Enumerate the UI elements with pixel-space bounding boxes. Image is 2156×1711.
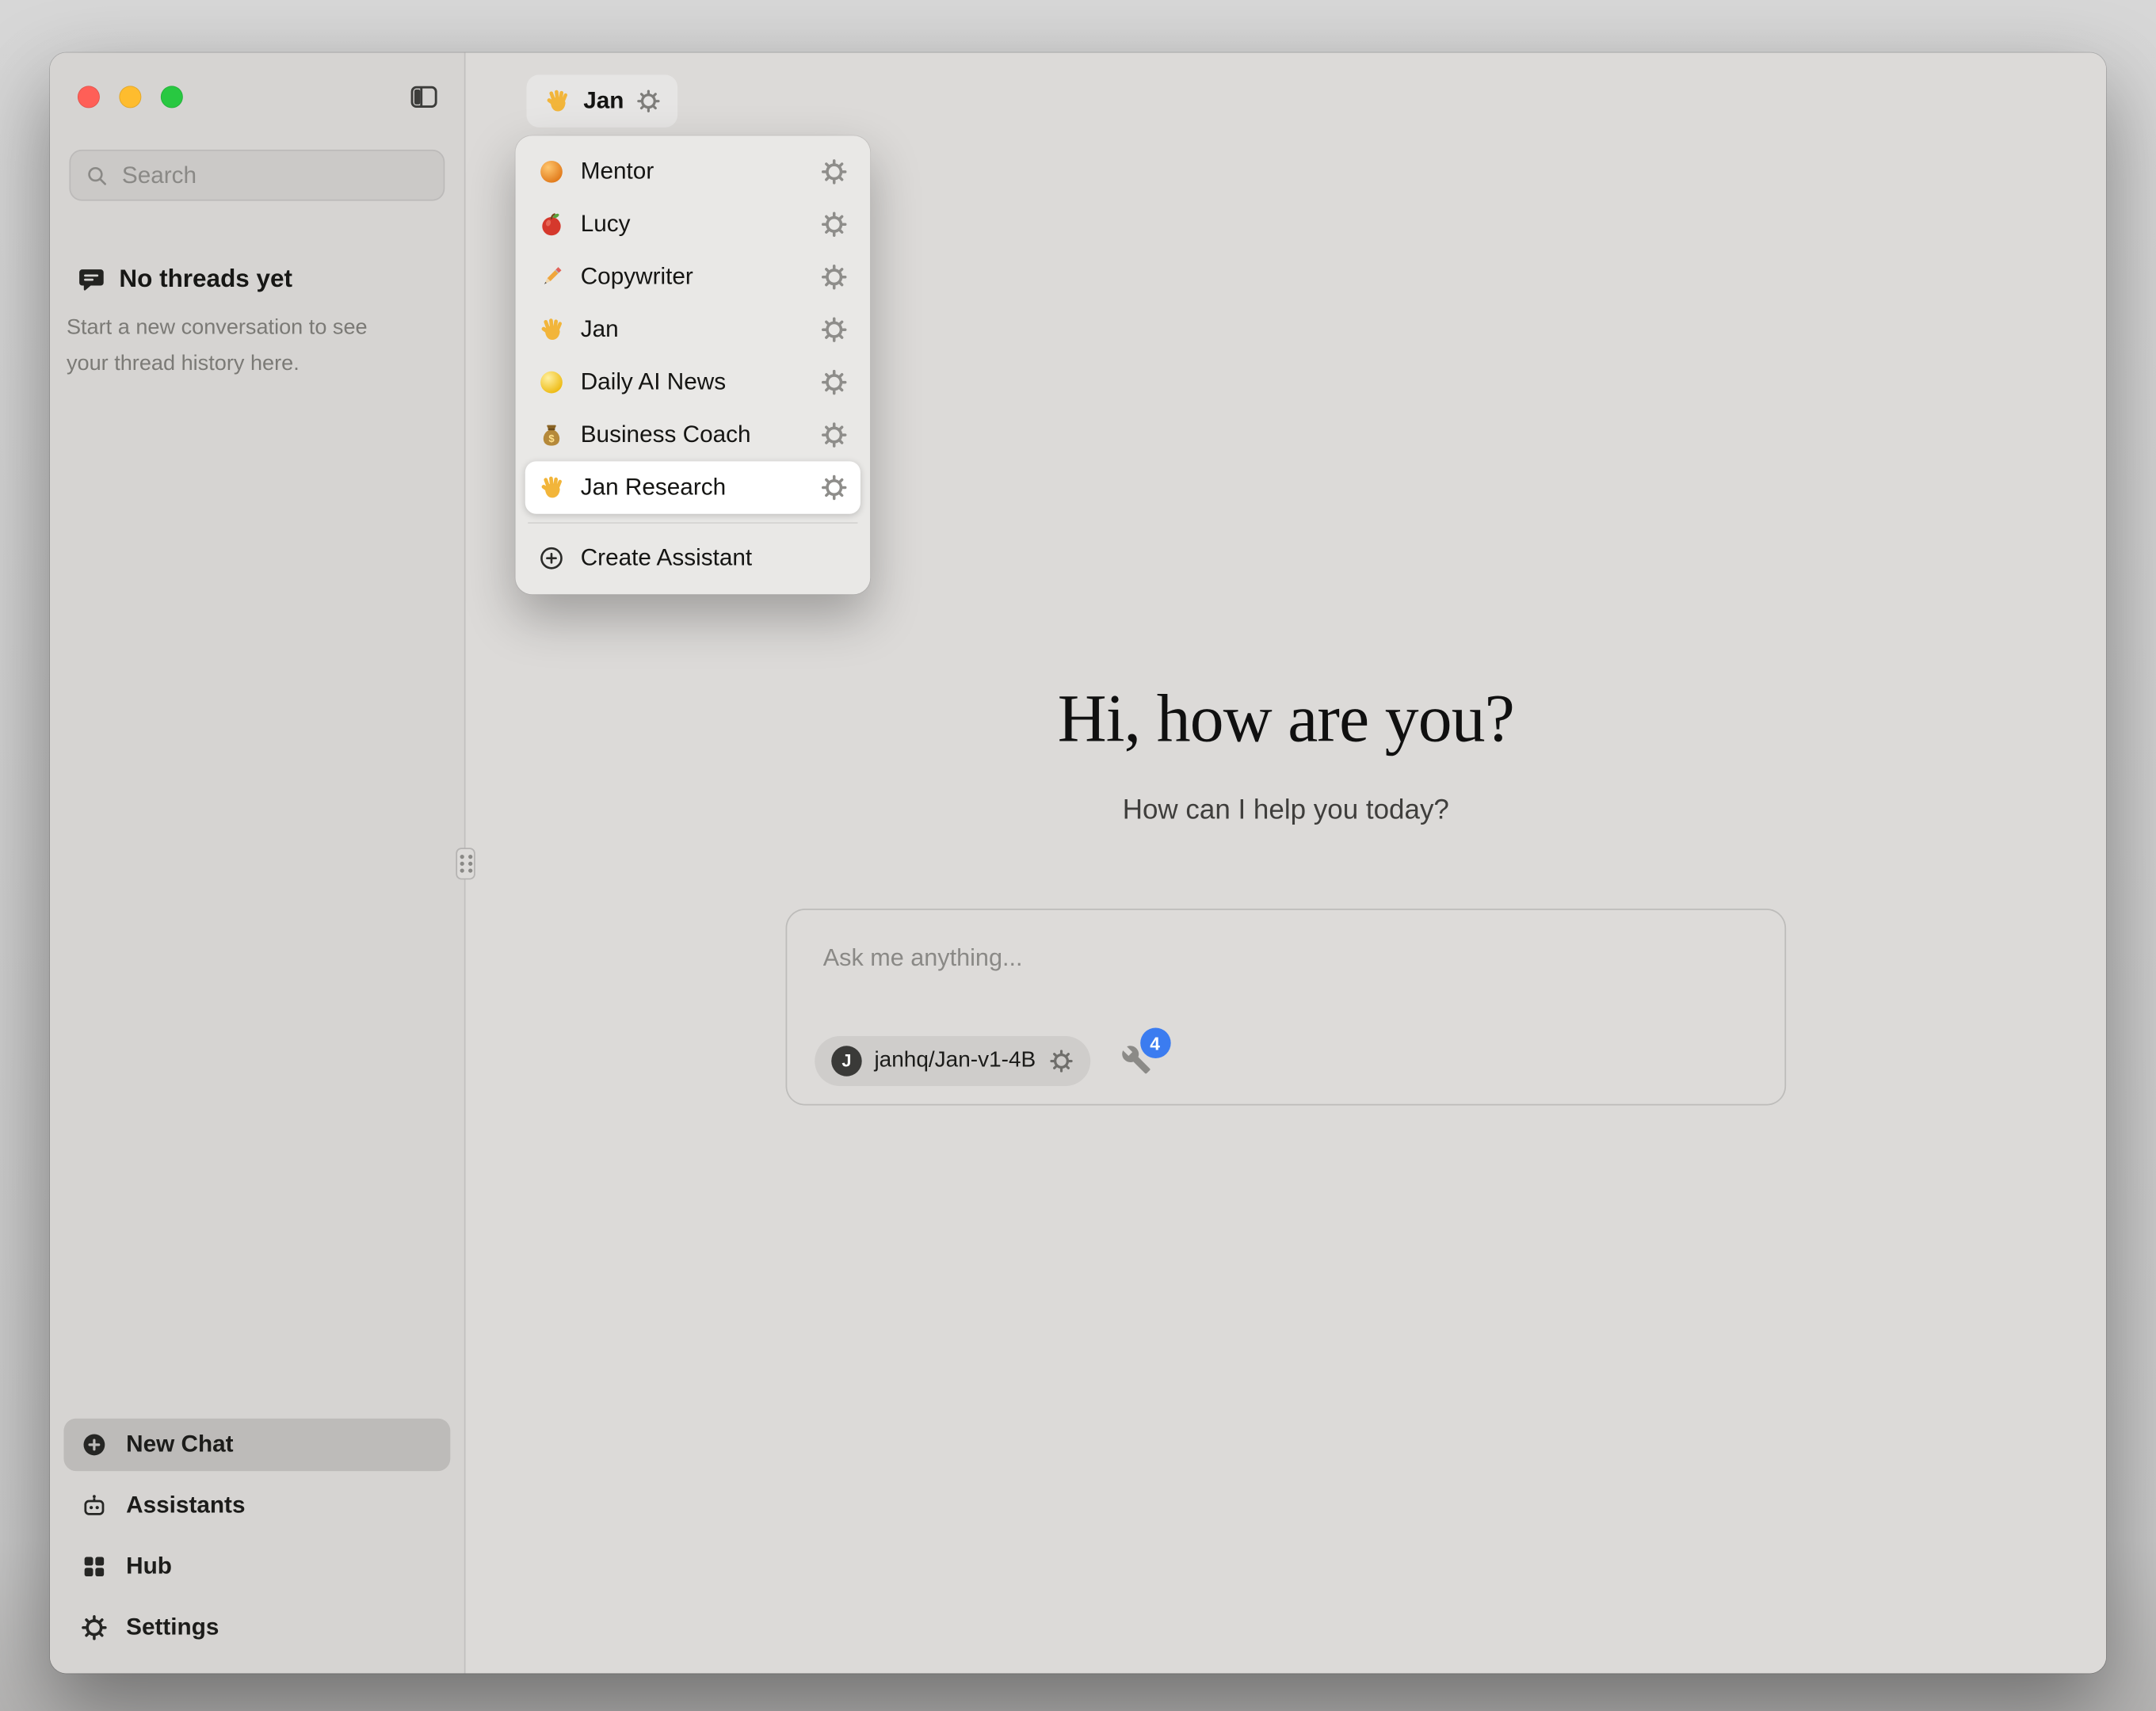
wave-hand-icon bbox=[538, 474, 566, 501]
menu-item-mentor[interactable]: Mentor bbox=[525, 146, 860, 198]
empty-state-title: No threads yet bbox=[119, 265, 292, 294]
tools-button[interactable]: 4 bbox=[1120, 1045, 1154, 1078]
sidebar-nav: New Chat Assistants Hub Settings bbox=[50, 1419, 464, 1674]
close-button[interactable] bbox=[78, 86, 100, 108]
hub-grid-icon bbox=[80, 1553, 108, 1580]
menu-item-label: Lucy bbox=[581, 211, 805, 238]
sidebar: No threads yet Start a new conversation … bbox=[50, 52, 466, 1673]
menu-item-daily-ai-news[interactable]: Daily AI News bbox=[525, 356, 860, 408]
apple-icon bbox=[538, 211, 566, 238]
menu-item-copywriter[interactable]: Copywriter bbox=[525, 251, 860, 303]
gear-icon[interactable] bbox=[1048, 1049, 1073, 1073]
minimize-button[interactable] bbox=[119, 86, 141, 108]
menu-item-label: Mentor bbox=[581, 158, 805, 185]
gear-icon[interactable] bbox=[820, 211, 848, 238]
greeting-heading: Hi, how are you? bbox=[466, 679, 2106, 758]
money-bag-icon bbox=[538, 421, 566, 449]
sidebar-resize-handle[interactable] bbox=[456, 848, 475, 879]
search-box[interactable] bbox=[69, 150, 445, 201]
message-input[interactable] bbox=[823, 943, 1749, 973]
gear-icon[interactable] bbox=[820, 421, 848, 449]
wave-hand-icon bbox=[538, 316, 566, 344]
orange-circle-icon bbox=[538, 158, 566, 185]
empty-state: No threads yet Start a new conversation … bbox=[67, 265, 448, 383]
welcome-block: Hi, how are you? How can I help you toda… bbox=[466, 679, 2106, 827]
search-input[interactable] bbox=[122, 162, 429, 189]
menu-item-label: Daily AI News bbox=[581, 368, 805, 396]
yellow-circle-icon bbox=[538, 368, 566, 396]
menu-item-label: Copywriter bbox=[581, 263, 805, 291]
menu-item-create-assistant[interactable]: Create Assistant bbox=[525, 532, 860, 585]
main-area: Jan Mentor Lucy Copywriter bbox=[466, 52, 2106, 1673]
search-icon bbox=[85, 162, 109, 187]
assistant-bot-icon bbox=[80, 1492, 108, 1519]
gear-icon bbox=[80, 1614, 108, 1641]
sidebar-item-settings[interactable]: Settings bbox=[63, 1602, 450, 1654]
chat-bubble-icon bbox=[78, 265, 105, 293]
composer-toolbar: J janhq/Jan-v1-4B 4 bbox=[815, 1036, 1154, 1086]
gear-icon[interactable] bbox=[636, 89, 661, 113]
empty-state-line1: Start a new conversation to see bbox=[67, 311, 448, 346]
sidebar-spacer bbox=[50, 383, 464, 1419]
zoom-button[interactable] bbox=[161, 86, 183, 108]
pencil-icon bbox=[538, 263, 566, 291]
sidebar-item-hub[interactable]: Hub bbox=[63, 1541, 450, 1593]
gear-icon[interactable] bbox=[820, 263, 848, 291]
empty-state-subtitle: Start a new conversation to see your thr… bbox=[67, 311, 448, 383]
sidebar-item-new-chat[interactable]: New Chat bbox=[63, 1419, 450, 1471]
app-window: No threads yet Start a new conversation … bbox=[50, 52, 2106, 1673]
assistant-selector[interactable]: Jan bbox=[527, 74, 678, 127]
tools-count-badge: 4 bbox=[1139, 1028, 1170, 1058]
model-name: janhq/Jan-v1-4B bbox=[874, 1049, 1036, 1073]
plus-circle-filled-icon bbox=[80, 1431, 108, 1458]
plus-circle-icon bbox=[538, 544, 566, 572]
assistant-menu: Mentor Lucy Copywriter Jan bbox=[516, 135, 871, 594]
window-controls bbox=[78, 86, 183, 108]
gear-icon[interactable] bbox=[820, 368, 848, 396]
greeting-subtitle: How can I help you today? bbox=[466, 795, 2106, 827]
menu-item-label: Business Coach bbox=[581, 421, 805, 449]
menu-item-jan[interactable]: Jan bbox=[525, 303, 860, 356]
menu-separator bbox=[528, 522, 857, 524]
nav-label: New Chat bbox=[126, 1431, 233, 1458]
chat-composer[interactable]: J janhq/Jan-v1-4B 4 bbox=[786, 909, 1787, 1105]
sidebar-toggle-button[interactable] bbox=[406, 79, 441, 115]
model-selector[interactable]: J janhq/Jan-v1-4B bbox=[815, 1036, 1089, 1086]
menu-item-label: Jan bbox=[581, 316, 805, 344]
nav-label: Hub bbox=[126, 1553, 172, 1580]
model-avatar: J bbox=[831, 1046, 861, 1076]
menu-item-lucy[interactable]: Lucy bbox=[525, 198, 860, 250]
nav-label: Settings bbox=[126, 1614, 219, 1641]
wave-hand-icon bbox=[543, 87, 570, 115]
assistant-selector-label: Jan bbox=[583, 87, 624, 115]
menu-item-business-coach[interactable]: Business Coach bbox=[525, 409, 860, 461]
nav-label: Assistants bbox=[126, 1492, 245, 1519]
menu-item-label: Jan Research bbox=[581, 474, 805, 501]
gear-icon[interactable] bbox=[820, 474, 848, 501]
sidebar-item-assistants[interactable]: Assistants bbox=[63, 1480, 450, 1532]
empty-state-line2: your thread history here. bbox=[67, 346, 448, 382]
titlebar bbox=[50, 52, 464, 141]
sidebar-toggle-icon bbox=[409, 82, 439, 112]
gear-icon[interactable] bbox=[820, 158, 848, 185]
menu-item-label: Create Assistant bbox=[581, 544, 849, 572]
gear-icon[interactable] bbox=[820, 316, 848, 344]
desktop: No threads yet Start a new conversation … bbox=[0, 0, 2156, 1711]
menu-item-jan-research[interactable]: Jan Research bbox=[525, 461, 860, 513]
